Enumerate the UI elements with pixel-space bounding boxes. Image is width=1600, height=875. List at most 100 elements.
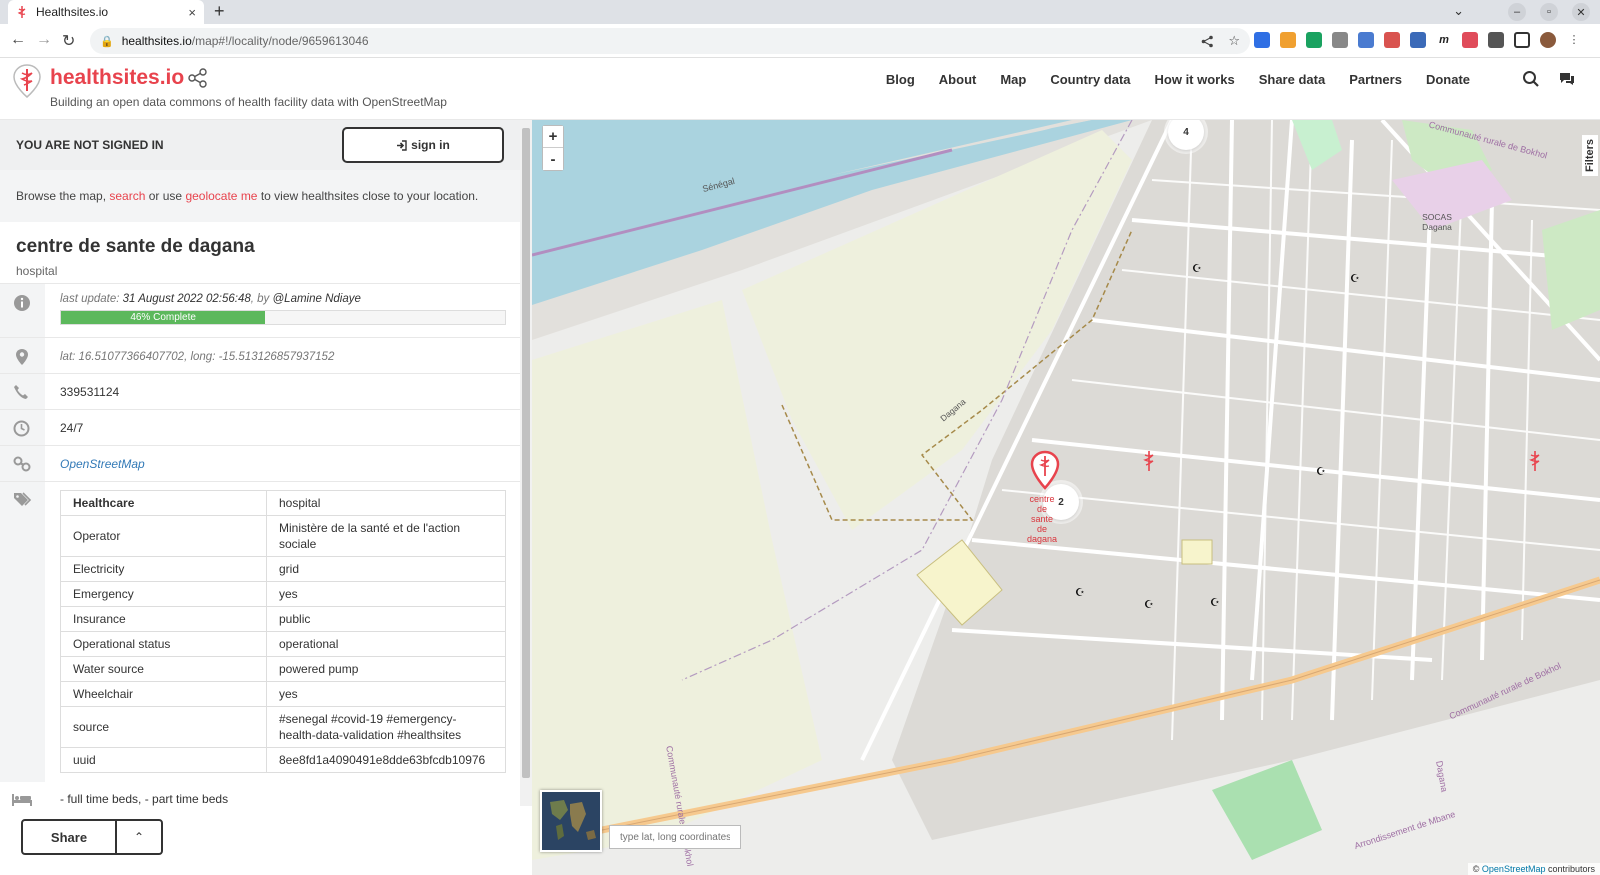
place-label: SOCAS Dagana	[1422, 212, 1452, 232]
browser-tab[interactable]: Healthsites.io ×	[8, 0, 204, 24]
close-window-icon[interactable]: ✕	[1572, 3, 1590, 21]
nav-country-data[interactable]: Country data	[1050, 72, 1130, 87]
selected-marker-label: centre de sante de dagana	[1026, 494, 1058, 544]
share-icon[interactable]	[188, 68, 208, 88]
new-tab-button[interactable]: +	[214, 1, 225, 22]
close-tab-icon[interactable]: ×	[188, 5, 196, 20]
extension-pocket-icon[interactable]	[1462, 32, 1478, 48]
coordinates-input[interactable]	[609, 825, 741, 849]
table-row: source #senegal #covid-19 #emergency-heal…	[60, 706, 506, 748]
extension-evernote-icon[interactable]	[1306, 32, 1322, 48]
signin-bar: YOU ARE NOT SIGNED IN sign in	[0, 120, 520, 170]
search-icon[interactable]	[1522, 70, 1540, 88]
chat-icon[interactable]	[1558, 70, 1576, 88]
extensions-menu-icon[interactable]	[1488, 32, 1504, 48]
link-icon	[13, 456, 31, 472]
nav-share-data[interactable]: Share data	[1259, 72, 1325, 87]
facility-type: hospital	[16, 264, 58, 278]
mosque-icon: ☪	[1316, 466, 1326, 478]
nav-map[interactable]: Map	[1000, 72, 1026, 87]
minimize-icon[interactable]: –	[1508, 3, 1526, 21]
tags-row: Healthcare hospital Operator Ministère de …	[0, 482, 520, 782]
extension-image-icon[interactable]	[1410, 32, 1426, 48]
search-link[interactable]: search	[109, 189, 145, 203]
nav-how-it-works[interactable]: How it works	[1155, 72, 1235, 87]
top-navigation: Blog About Map Country data How it works…	[886, 72, 1470, 87]
hospital-marker-icon[interactable]	[1140, 450, 1158, 474]
nav-about[interactable]: About	[939, 72, 977, 87]
hours-row: 24/7	[0, 410, 520, 446]
bookmark-star-icon[interactable]: ☆	[1228, 33, 1240, 49]
mosque-icon: ☪	[1210, 597, 1220, 609]
window-controls: – ▫ ✕	[1508, 3, 1590, 21]
zoom-in-button[interactable]: +	[543, 126, 563, 148]
browser-toolbar: ← → ↻ 🔒 healthsites.io/map#!/locality/no…	[0, 24, 1600, 58]
brand-name[interactable]: healthsites.io	[50, 66, 184, 90]
mosque-icon: ☪	[1192, 263, 1202, 275]
table-row: Operational status operational	[60, 631, 506, 657]
share-options-chevron-up-icon[interactable]: ⌃	[115, 819, 163, 855]
tags-icon	[14, 492, 32, 506]
table-row: uuid 8ee8fd1a4090491e8dde63bfcdb10976	[60, 747, 506, 773]
table-row: Wheelchair yes	[60, 681, 506, 707]
last-update-date: 31 August 2022 02:56:48	[122, 293, 251, 305]
phone-number[interactable]: 339531124	[60, 385, 119, 399]
extension-m-icon[interactable]: m	[1436, 32, 1452, 48]
tab-search-chevron-icon[interactable]: ⌄	[1453, 3, 1464, 19]
back-arrow-icon[interactable]: ←	[10, 31, 26, 49]
address-bar[interactable]: 🔒 healthsites.io/map#!/locality/node/965…	[90, 28, 1250, 54]
nav-donate[interactable]: Donate	[1426, 72, 1470, 87]
extension-puzzle-icon[interactable]	[1332, 32, 1348, 48]
healthsites-favicon-icon	[17, 5, 26, 18]
lock-icon[interactable]: 🔒	[100, 35, 114, 48]
zoom-out-button[interactable]: -	[543, 148, 563, 170]
extension-grid-icon[interactable]	[1280, 32, 1296, 48]
openstreetmap-attribution-link[interactable]: OpenStreetMap	[1482, 864, 1546, 874]
nav-blog[interactable]: Blog	[886, 72, 915, 87]
facility-name: centre de sante de dagana	[16, 236, 255, 257]
mosque-icon: ☪	[1075, 587, 1085, 599]
tagline: Building an open data commons of health …	[50, 95, 447, 109]
extension-icons: m ⋮	[1254, 32, 1582, 48]
sign-in-button[interactable]: sign in	[342, 127, 504, 163]
opening-hours: 24/7	[60, 421, 84, 435]
table-row: Electricity grid	[60, 556, 506, 582]
completeness-fill: 46% Complete	[61, 311, 266, 324]
extension-zoom-icon[interactable]	[1254, 32, 1270, 48]
browser-tab-bar: Healthsites.io × + ⌄ – ▫ ✕	[0, 0, 1600, 24]
source-link-row: OpenStreetMap	[0, 446, 520, 482]
healthsites-logo-icon[interactable]	[12, 64, 42, 98]
openstreetmap-link[interactable]: OpenStreetMap	[60, 457, 145, 471]
last-update-row: last update: 31 August 2022 02:56:48, by…	[0, 284, 520, 338]
sign-in-icon	[397, 139, 407, 151]
restore-icon[interactable]: ▫	[1540, 3, 1558, 21]
nav-partners[interactable]: Partners	[1349, 72, 1402, 87]
tab-title: Healthsites.io	[36, 5, 109, 19]
facility-tags-table: Healthcare hospital Operator Ministère de …	[60, 490, 506, 773]
profile-avatar[interactable]	[1540, 32, 1556, 48]
sidebar-scrollbar[interactable]	[520, 120, 532, 806]
share-page-icon[interactable]	[1201, 35, 1214, 48]
info-icon	[14, 295, 30, 311]
map-view[interactable]: Communauté rurale de Bokhol SOCAS Dagana…	[532, 120, 1600, 875]
extension-people-icon[interactable]	[1384, 32, 1400, 48]
table-row: Healthcare hospital	[60, 490, 506, 516]
filters-tab[interactable]: Filters	[1582, 135, 1598, 177]
selected-hospital-marker-icon[interactable]	[1030, 450, 1060, 490]
coordinates-text: lat: 16.51077366407702, long: -15.513126…	[60, 351, 335, 363]
share-button[interactable]: Share	[21, 819, 117, 855]
world-map-icon	[542, 792, 600, 850]
side-panel-icon[interactable]	[1514, 32, 1530, 48]
scrollbar-thumb[interactable]	[522, 128, 530, 778]
extension-window-icon[interactable]	[1358, 32, 1374, 48]
coordinates-row: lat: 16.51077366407702, long: -15.513126…	[0, 338, 520, 374]
chrome-menu-icon[interactable]: ⋮	[1566, 32, 1582, 48]
table-row: Insurance public	[60, 606, 506, 632]
site-header: healthsites.io Building an open data com…	[0, 58, 1600, 120]
geolocate-link[interactable]: geolocate me	[185, 189, 257, 203]
hospital-marker-icon[interactable]	[1526, 450, 1544, 474]
forward-arrow-icon[interactable]: →	[36, 31, 52, 49]
reload-icon[interactable]: ↻	[62, 31, 75, 51]
layer-switcher-minimap[interactable]	[540, 790, 602, 852]
completeness-bar: 46% Complete	[60, 310, 506, 325]
